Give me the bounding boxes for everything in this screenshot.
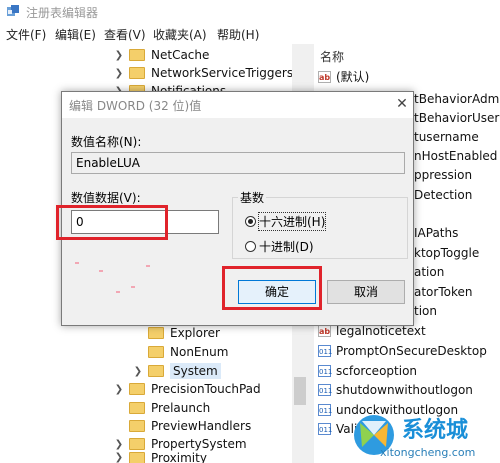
value-item-partial[interactable]: atorToken	[414, 285, 472, 299]
menu-help[interactable]: 帮助(H)	[217, 26, 259, 43]
chevron-right-icon[interactable]: ❯	[132, 366, 144, 377]
radio-decimal[interactable]: 十进制(D)	[245, 238, 314, 255]
folder-icon	[129, 67, 145, 79]
dword-value-icon: 011	[318, 403, 332, 416]
regedit-icon	[7, 5, 19, 16]
tree-item-previewhandlers[interactable]: PreviewHandlers	[113, 416, 251, 436]
cancel-button[interactable]: 取消	[327, 280, 405, 304]
value-item-partial[interactable]: nHostEnabled	[414, 149, 497, 163]
tree-item-label: NetworkServiceTriggers	[151, 66, 294, 80]
value-item-partial[interactable]: ppression	[414, 168, 472, 182]
value-name-field[interactable]: EnableLUA	[71, 152, 405, 174]
tree-item-label: Prelaunch	[151, 401, 211, 415]
value-item-partial[interactable]: tusername	[414, 130, 479, 144]
chevron-right-icon[interactable]: ❯	[113, 68, 125, 79]
artifact-speck	[99, 270, 103, 272]
folder-icon	[129, 402, 145, 414]
base-label: 基数	[238, 189, 267, 206]
folder-icon	[129, 438, 145, 450]
radio-label: 十六进制(H)	[257, 212, 327, 231]
tree-scrollbar-thumb[interactable]	[294, 377, 306, 405]
highlight-box-ok	[222, 266, 322, 310]
tree-item-label: NetCache	[151, 48, 210, 62]
tree-item-label: Explorer	[170, 326, 220, 340]
value-item-partial[interactable]: tBehaviorAdmin	[414, 92, 500, 106]
value-item-label: PromptOnSecureDesktop	[336, 343, 487, 358]
value-item-label: scforceoption	[336, 363, 418, 378]
tree-item-label: NonEnum	[170, 345, 229, 359]
value-item-partial[interactable]: ation	[414, 265, 444, 279]
value-item-scforceoption[interactable]: 011 scforceoption	[318, 361, 417, 380]
value-item-partial[interactable]: IAPaths	[414, 226, 458, 240]
folder-icon	[129, 383, 145, 395]
dword-value-icon: 011	[318, 344, 332, 357]
chevron-right-icon[interactable]: ❯	[113, 452, 125, 463]
artifact-speck	[75, 262, 79, 264]
menu-file[interactable]: 文件(F)	[6, 26, 46, 43]
folder-icon	[148, 365, 164, 377]
dword-value-icon: 011	[318, 383, 332, 396]
folder-icon	[129, 452, 145, 463]
artifact-speck	[116, 291, 120, 293]
watermark-brand: 系统城	[402, 418, 469, 443]
value-item-partial[interactable]: Detection	[414, 188, 472, 202]
close-icon[interactable]: ✕	[392, 94, 412, 114]
column-header-name[interactable]: 名称	[320, 48, 344, 65]
tree-item-label: System	[170, 363, 221, 379]
value-data-label: 数值数据(V):	[71, 191, 141, 205]
tree-item-precisiontouchpad[interactable]: ❯ PrecisionTouchPad	[113, 379, 261, 399]
radio-label: 十进制(D)	[259, 240, 314, 254]
tree-item-proximity[interactable]: ❯ Proximity	[113, 452, 207, 463]
value-item-label: shutdownwithoutlogon	[336, 382, 473, 397]
folder-icon	[148, 346, 164, 358]
value-item-partial[interactable]: tBehaviorUser	[414, 111, 499, 125]
value-item-label: (默认)	[336, 70, 370, 84]
chevron-right-icon[interactable]: ❯	[113, 439, 125, 450]
tree-item-propertysystem[interactable]: ❯ PropertySystem	[113, 434, 247, 454]
radio-unselected-icon[interactable]	[245, 241, 256, 252]
chevron-right-icon[interactable]: ❯	[113, 50, 125, 61]
tree-item-networkservicetriggers[interactable]: ❯ NetworkServiceTriggers	[113, 63, 293, 83]
dialog-title: 编辑 DWORD (32 位)值	[69, 99, 202, 113]
string-value-icon: ab	[318, 70, 331, 83]
value-item-default[interactable]: ab (默认)	[318, 67, 369, 86]
value-item-shutdownwithoutlogon[interactable]: 011 shutdownwithoutlogon	[318, 380, 473, 399]
menu-edit[interactable]: 编辑(E)	[55, 26, 96, 43]
highlight-box-value-data	[56, 205, 168, 240]
dword-value-icon: 011	[318, 422, 332, 435]
radio-selected-icon[interactable]	[245, 216, 256, 227]
tree-item-nonenum[interactable]: NonEnum	[132, 342, 228, 362]
tree-item-explorer[interactable]: Explorer	[132, 323, 220, 343]
tree-item-prelaunch[interactable]: Prelaunch	[113, 398, 210, 418]
folder-icon	[148, 327, 164, 339]
value-name-label: 数值名称(N):	[71, 135, 142, 149]
folder-icon	[129, 49, 145, 61]
dword-value-icon: 011	[318, 364, 332, 377]
menu-view[interactable]: 查看(V)	[104, 26, 146, 43]
window-title: 注册表编辑器	[26, 6, 99, 20]
value-item-partial[interactable]: ktopToggle	[414, 246, 479, 260]
tree-item-netcache[interactable]: ❯ NetCache	[113, 45, 210, 65]
tree-item-label: PropertySystem	[151, 437, 247, 451]
chevron-right-icon[interactable]: ❯	[113, 384, 125, 395]
tree-item-label: Proximity	[151, 452, 207, 463]
menu-favorites[interactable]: 收藏夹(A)	[153, 26, 207, 43]
radio-hexadecimal[interactable]: 十六进制(H)	[245, 212, 327, 231]
artifact-speck	[131, 286, 135, 288]
tree-item-label: PrecisionTouchPad	[151, 382, 261, 396]
folder-icon	[129, 420, 145, 432]
tree-item-system[interactable]: ❯ System	[132, 361, 221, 381]
artifact-speck	[146, 265, 150, 267]
value-item-promptonsecuredesktop[interactable]: 011 PromptOnSecureDesktop	[318, 341, 487, 360]
string-value-icon: ab	[318, 324, 331, 337]
value-item-partial[interactable]: tion	[414, 304, 437, 318]
watermark-url: xitongcheng.com	[380, 446, 476, 459]
tree-item-label: PreviewHandlers	[151, 419, 252, 433]
